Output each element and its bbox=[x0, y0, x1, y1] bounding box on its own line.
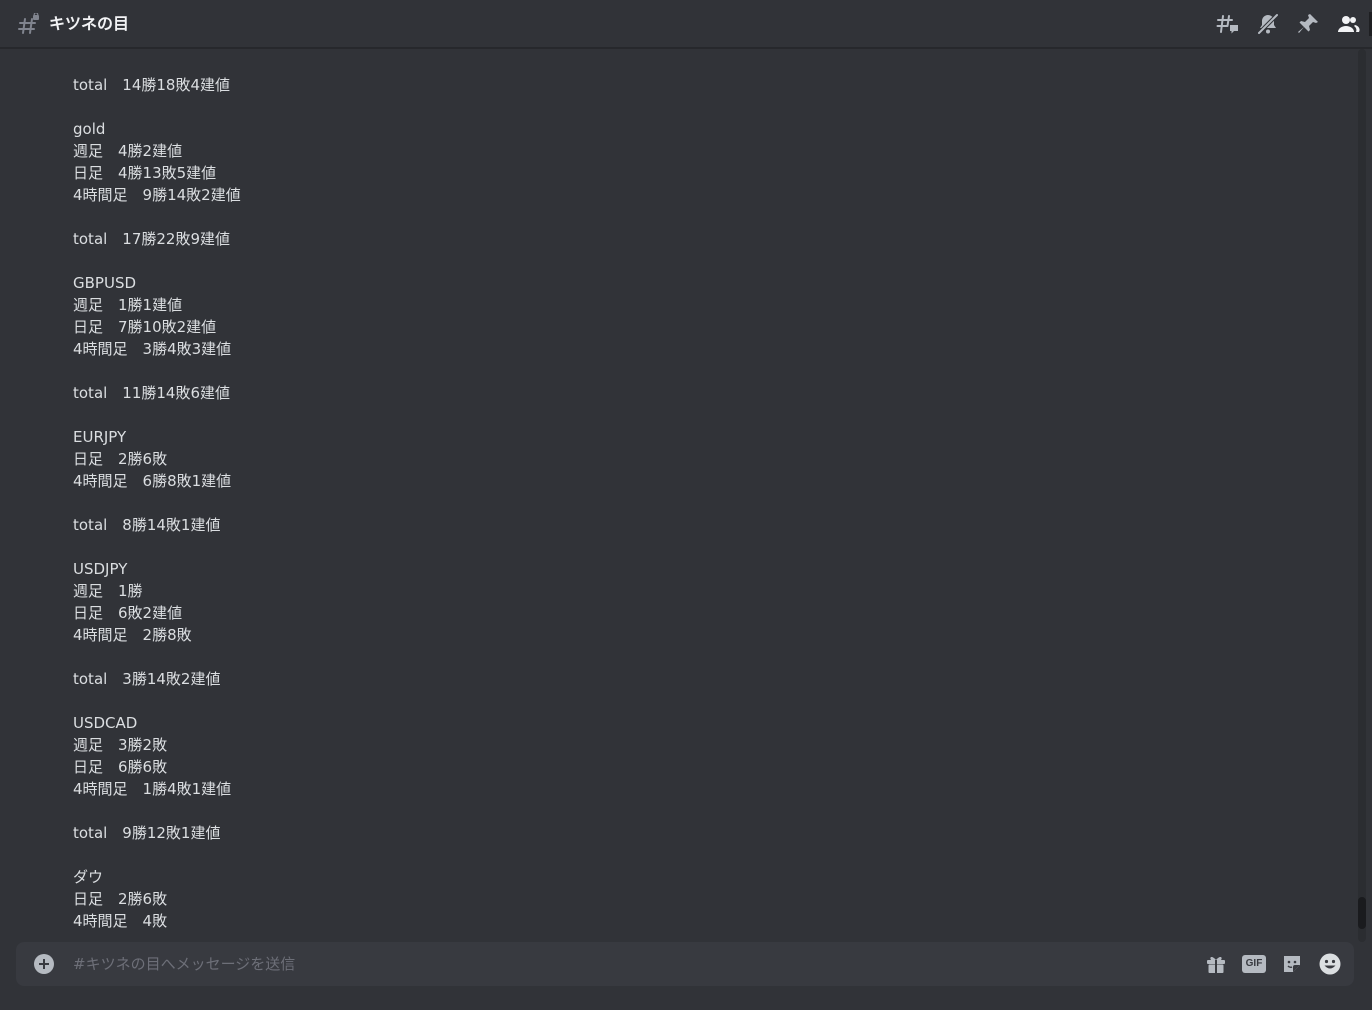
text-channel-locked-icon bbox=[18, 13, 39, 34]
message-line: 週足 4勝2建値 bbox=[73, 142, 183, 160]
sticker-icon[interactable] bbox=[1280, 952, 1304, 976]
header-toolbar bbox=[1200, 0, 1372, 48]
message-line: total 14勝18敗4建値 bbox=[73, 76, 231, 94]
message-line: 週足 1勝1建値 bbox=[73, 296, 183, 314]
channel-title: キツネの目 bbox=[49, 14, 130, 33]
message-line: total 8勝14敗1建値 bbox=[73, 516, 221, 534]
message-line: 日足 2勝6敗 bbox=[73, 450, 168, 468]
add-attachment-icon[interactable] bbox=[34, 954, 54, 974]
message-line: 日足 6勝6敗 bbox=[73, 758, 168, 776]
message-line: 日足 7勝10敗2建値 bbox=[73, 318, 217, 336]
members-icon[interactable] bbox=[1336, 12, 1360, 36]
message-line: 日足 6敗2建値 bbox=[73, 604, 183, 622]
pin-icon[interactable] bbox=[1296, 12, 1320, 36]
message-line: total 9勝12敗1建値 bbox=[73, 824, 221, 842]
notifications-muted-icon[interactable] bbox=[1256, 12, 1280, 36]
message-line: 4時間足 1勝4敗1建値 bbox=[73, 780, 232, 798]
message-line: 4時間足 4敗 bbox=[73, 912, 168, 930]
message-line: total 3勝14敗2建値 bbox=[73, 670, 221, 688]
message-composer: GIF bbox=[16, 942, 1354, 986]
message-scrollbar[interactable] bbox=[1358, 49, 1366, 942]
message-line: 日足 4勝13敗5建値 bbox=[73, 164, 217, 182]
threads-icon[interactable] bbox=[1216, 12, 1240, 36]
discord-channel-view: キツネの目 total 14勝18敗4建値 gold 週足 4勝2建値 日足 4… bbox=[0, 0, 1372, 1010]
message-line: 4時間足 3勝4敗3建値 bbox=[73, 340, 232, 358]
message-line: 4時間足 2勝8敗 bbox=[73, 626, 192, 644]
message-list: total 14勝18敗4建値 gold 週足 4勝2建値日足 4勝13敗5建値 4時… bbox=[0, 49, 1356, 942]
message-line: EURJPY bbox=[73, 428, 127, 446]
message-line: ダウ bbox=[73, 868, 104, 886]
gift-icon[interactable] bbox=[1204, 952, 1228, 976]
composer-actions: GIF bbox=[1190, 952, 1342, 976]
message-line: 週足 3勝2敗 bbox=[73, 736, 168, 754]
message-line: total 11勝14敗6建値 bbox=[73, 384, 231, 402]
message-line: USDCAD bbox=[73, 714, 138, 732]
message-line: 4時間足 9勝14敗2建値 bbox=[73, 186, 241, 204]
message-line: gold bbox=[73, 120, 106, 138]
gif-icon[interactable]: GIF bbox=[1242, 952, 1266, 976]
message-line: 4時間足 6勝8敗1建値 bbox=[73, 472, 232, 490]
message-line: USDJPY bbox=[73, 560, 128, 578]
message-content: total 14勝18敗4建値 gold 週足 4勝2建値日足 4勝13敗5建値 4時… bbox=[73, 74, 241, 932]
message-input[interactable] bbox=[73, 942, 1173, 986]
emoji-icon[interactable] bbox=[1318, 952, 1342, 976]
message-line: 週足 1勝 bbox=[73, 582, 143, 600]
channel-header: キツネの目 bbox=[0, 0, 1372, 48]
message-line: 日足 2勝6敗 bbox=[73, 890, 168, 908]
scrollbar-thumb[interactable] bbox=[1358, 897, 1366, 929]
message-line: total 17勝22敗9建値 bbox=[73, 230, 231, 248]
message-line: GBPUSD bbox=[73, 274, 137, 292]
